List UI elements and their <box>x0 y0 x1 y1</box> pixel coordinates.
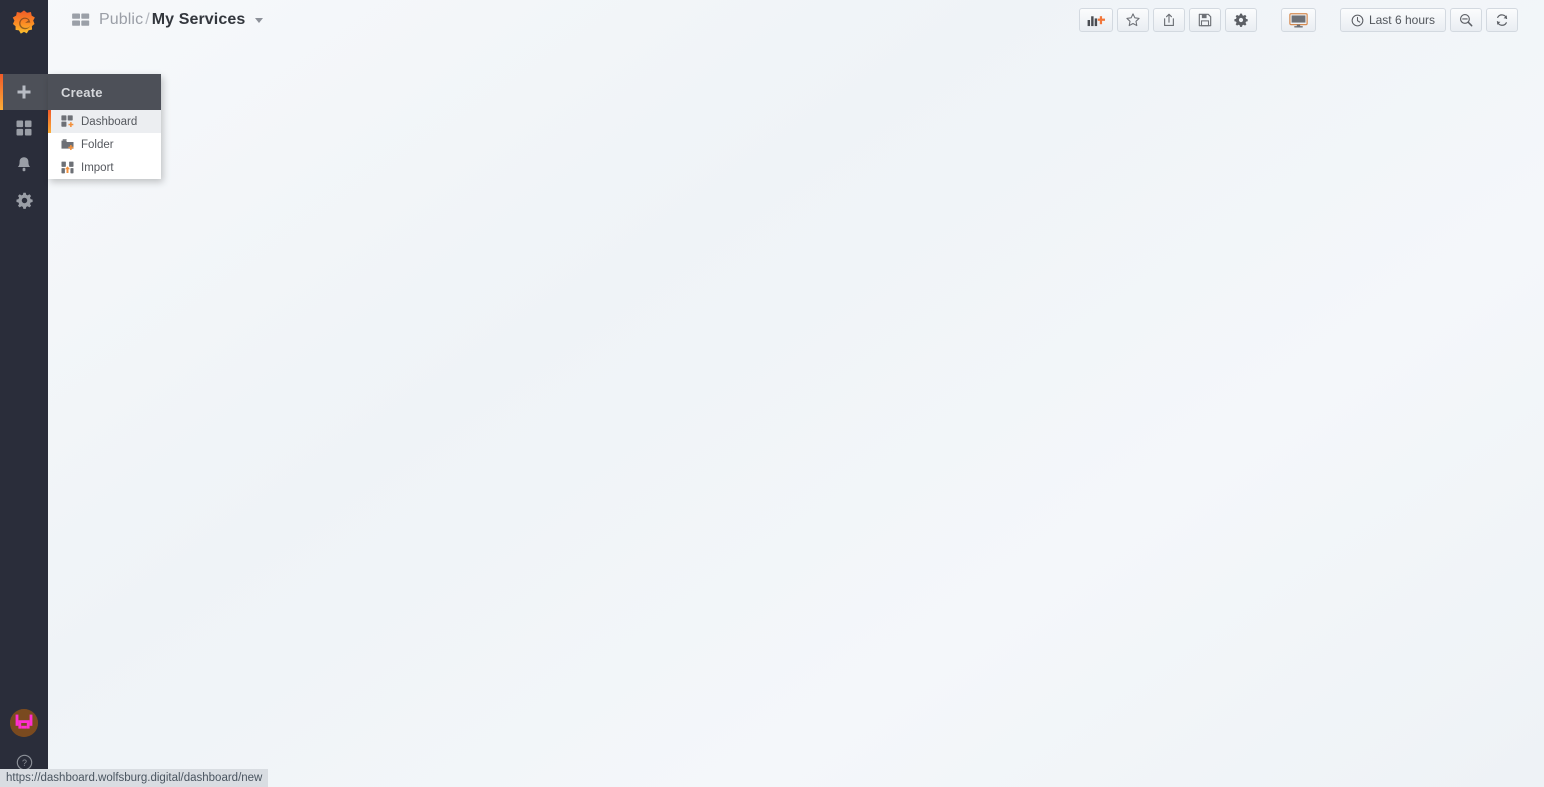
plus-icon <box>17 85 31 99</box>
status-bar-url: https://dashboard.wolfsburg.digital/dash… <box>0 769 269 787</box>
create-menu-label-import: Import <box>81 161 114 174</box>
svg-text:?: ? <box>22 757 27 767</box>
star-icon <box>1126 13 1140 27</box>
add-panel-button[interactable] <box>1078 8 1113 32</box>
gear-icon <box>1234 13 1248 27</box>
create-menu-item-import[interactable]: Import <box>48 156 161 179</box>
sidebar-nav <box>0 74 48 218</box>
share-button[interactable] <box>1152 8 1185 32</box>
avatar[interactable] <box>10 709 38 737</box>
dashboard-new-icon <box>61 115 74 128</box>
sidebar-item-create[interactable] <box>0 74 48 110</box>
sidebar-item-alerting[interactable] <box>0 146 48 182</box>
add-panel-icon <box>1087 16 1105 27</box>
zoom-out-icon <box>1459 13 1473 27</box>
dashboard-toolbar: Last 6 hours <box>1078 8 1518 32</box>
sidebar-item-dashboards[interactable] <box>0 110 48 146</box>
bell-icon <box>17 156 31 171</box>
create-dropdown-header: Create <box>48 74 161 110</box>
folder-new-icon <box>61 139 74 151</box>
time-range-label: Last 6 hours <box>1368 13 1435 27</box>
save-icon <box>1198 13 1212 27</box>
toolbar-actions <box>1078 8 1257 32</box>
sidebar-item-configuration[interactable] <box>0 182 48 218</box>
dashboard-settings-button[interactable] <box>1224 8 1257 32</box>
dashboards-icon <box>16 120 32 136</box>
clock-icon <box>1351 14 1364 26</box>
zoom-out-button[interactable] <box>1450 8 1482 32</box>
create-menu-item-dashboard[interactable]: Dashboard <box>48 110 161 133</box>
breadcrumb-dashboard: My Services <box>151 11 246 28</box>
share-icon <box>1164 13 1174 26</box>
grafana-logo[interactable] <box>0 0 48 48</box>
create-menu-label-dashboard: Dashboard <box>81 115 138 128</box>
help-icon: ? <box>16 754 32 770</box>
gear-icon <box>15 192 33 209</box>
breadcrumb-text: Public / My Services <box>99 11 245 29</box>
create-dropdown-list: Dashboard Folder Import <box>48 110 161 179</box>
breadcrumb[interactable]: Public / My Services <box>72 11 264 29</box>
breadcrumb-separator: / <box>145 11 150 28</box>
favorite-button[interactable] <box>1116 8 1149 32</box>
import-icon <box>61 161 74 174</box>
sidebar-bottom: ? <box>0 709 48 775</box>
sidebar: ? <box>0 0 48 787</box>
navbar: Public / My Services Last 6 hours <box>48 0 1544 40</box>
dashboard-icon <box>72 12 90 26</box>
chevron-down-icon[interactable] <box>255 17 264 23</box>
kiosk-mode-button[interactable] <box>1280 8 1316 32</box>
time-range-picker[interactable]: Last 6 hours <box>1339 8 1446 32</box>
dashboard-canvas <box>48 40 1544 787</box>
create-menu-item-folder[interactable]: Folder <box>48 133 161 156</box>
save-button[interactable] <box>1188 8 1221 32</box>
grafana-app: ? Public / My Services Last 6 hours Crea… <box>0 0 1544 787</box>
tv-icon <box>1289 12 1308 28</box>
create-menu-label-folder: Folder <box>81 138 114 151</box>
create-dropdown: Create Dashboard Folder Import <box>48 74 161 179</box>
refresh-button[interactable] <box>1486 8 1518 32</box>
time-controls: Last 6 hours <box>1339 8 1518 32</box>
avatar-icon <box>10 709 38 737</box>
grafana-logo-icon <box>12 10 35 34</box>
breadcrumb-folder: Public <box>99 11 144 28</box>
refresh-icon <box>1496 14 1508 26</box>
